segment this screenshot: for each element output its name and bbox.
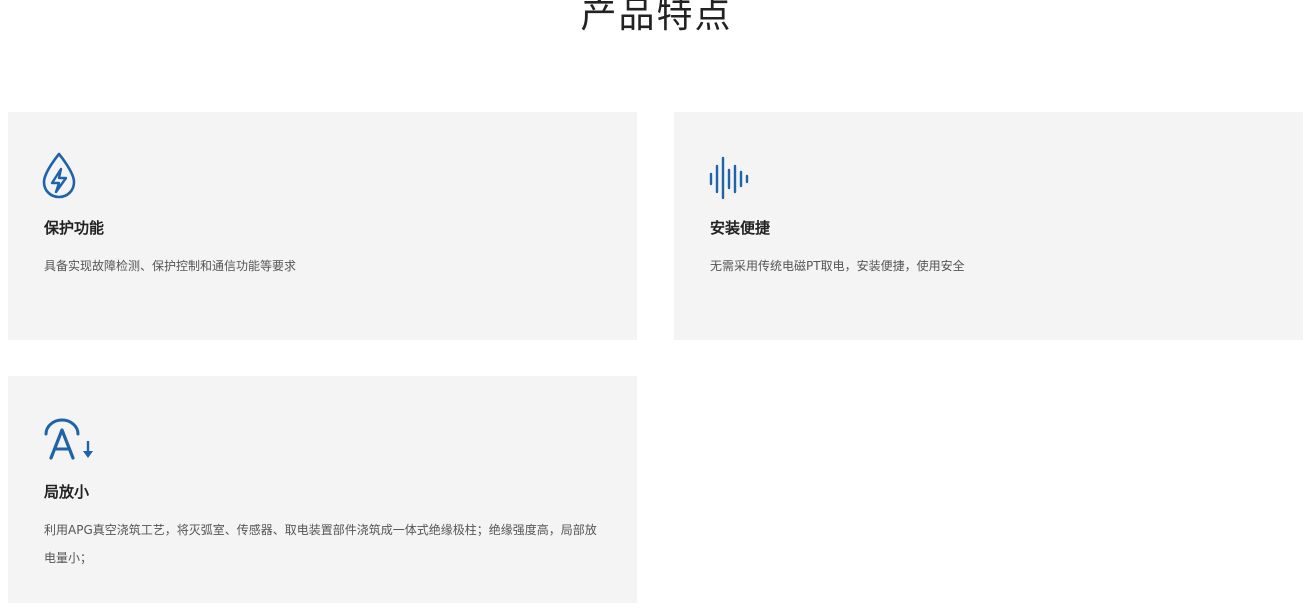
feature-description: 具备实现故障检测、保护控制和通信功能等要求 [44,259,297,273]
feature-description: 利用APG真空浇筑工艺，将灭弧室、传感器、取电装置部件浇筑成一体式绝缘极柱；绝缘… [44,523,597,565]
feature-card-partial-discharge: 局放小 利用APG真空浇筑工艺，将灭弧室、传感器、取电装置部件浇筑成一体式绝缘极… [8,376,637,603]
feature-title: 安装便捷 [710,219,771,237]
feature-card-protection: 保护功能 具备实现故障检测、保护控制和通信功能等要求 [8,112,637,340]
feature-description: 无需采用传统电磁PT取电，安装便捷，使用安全 [710,259,965,273]
feature-title: 局放小 [44,483,90,501]
letter-a-down-arrow-icon [42,416,102,464]
sound-wave-icon [708,152,768,200]
feature-title: 保护功能 [44,219,105,237]
feature-card-installation: 安装便捷 无需采用传统电磁PT取电，安装便捷，使用安全 [674,112,1303,340]
water-drop-lightning-icon [42,152,102,200]
section-title: 产品特点 [580,0,733,36]
